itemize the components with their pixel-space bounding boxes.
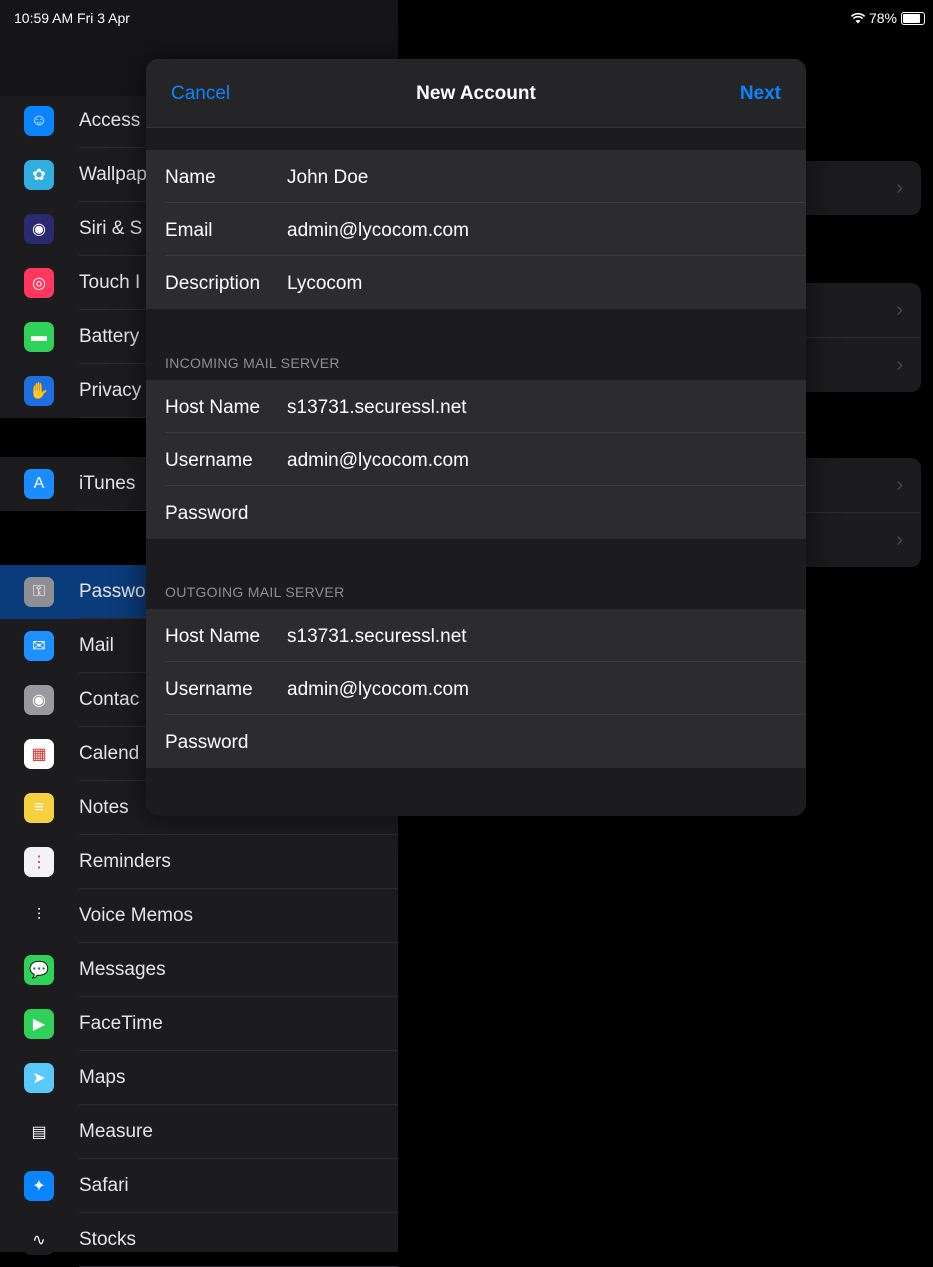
sidebar-item-label: Maps xyxy=(79,1067,126,1088)
outgoing-username-row[interactable]: Username admin@lycocom.com xyxy=(146,662,806,715)
sidebar-item-label: Privacy xyxy=(79,380,142,401)
battery-icon xyxy=(901,11,925,25)
wallpaper-icon: ✿ xyxy=(24,160,54,190)
sidebar-item-reminders[interactable]: ⋮ Reminders xyxy=(0,835,398,889)
incoming-username-label: Username xyxy=(165,450,253,471)
chevron-right-icon: › xyxy=(896,177,903,199)
email-label: Email xyxy=(165,220,213,241)
name-row[interactable]: Name John Doe xyxy=(146,150,806,203)
sidebar-item-label: Notes xyxy=(79,797,129,818)
sidebar-item-maps[interactable]: ➤ Maps xyxy=(0,1051,398,1105)
wifi-icon xyxy=(850,12,865,23)
outgoing-username-label: Username xyxy=(165,679,253,700)
sidebar-item-label: Battery xyxy=(79,326,140,347)
sheet-title: New Account xyxy=(416,83,536,104)
maps-icon: ➤ xyxy=(24,1063,54,1093)
notes-icon: ≡ xyxy=(24,793,54,823)
outgoing-host-row[interactable]: Host Name s13731.securessl.net xyxy=(146,609,806,662)
incoming-section-header: INCOMING MAIL SERVER xyxy=(165,355,340,371)
contacts-icon: ◉ xyxy=(24,685,54,715)
outgoing-password-label: Password xyxy=(165,732,249,753)
siri-icon: ◉ xyxy=(24,214,54,244)
incoming-host-label: Host Name xyxy=(165,397,261,418)
privacy-hand-icon: ✋ xyxy=(24,376,54,406)
description-field[interactable]: Lycocom xyxy=(287,273,362,295)
app-store-icon: A xyxy=(24,469,54,499)
sidebar-item-label: iTunes xyxy=(79,473,136,494)
sidebar-item-label: Siri & S xyxy=(79,218,143,239)
battery-percent: 78% xyxy=(868,10,897,26)
outgoing-host-label: Host Name xyxy=(165,626,261,647)
key-icon: ⚿ xyxy=(24,577,54,607)
sidebar-item-voice-memos[interactable]: ⫶ Voice Memos xyxy=(0,889,398,943)
account-info-group: Name John Doe Email admin@lycocom.com De… xyxy=(146,150,806,309)
new-account-sheet: Cancel New Account Next Name John Doe Em… xyxy=(146,59,806,816)
chevron-right-icon: › xyxy=(896,299,903,321)
sidebar-item-label: Touch I xyxy=(79,272,141,293)
battery-icon: ▬ xyxy=(24,322,54,352)
measure-icon: ▤ xyxy=(24,1117,54,1147)
sidebar-item-label: Measure xyxy=(79,1121,153,1142)
calendar-icon: ▦ xyxy=(24,739,54,769)
reminders-icon: ⋮ xyxy=(24,847,54,877)
sidebar-item-messages[interactable]: 💬 Messages xyxy=(0,943,398,997)
outgoing-password-row[interactable]: Password xyxy=(146,715,806,768)
sidebar-item-label: Reminders xyxy=(79,851,171,872)
sidebar-item-label: Messages xyxy=(79,959,166,980)
incoming-host-row[interactable]: Host Name s13731.securessl.net xyxy=(146,380,806,433)
touch-id-icon: ◎ xyxy=(24,268,54,298)
mail-icon: ✉ xyxy=(24,631,54,661)
sidebar-item-label: Access xyxy=(79,110,141,131)
status-right: 78% xyxy=(850,10,925,26)
next-button[interactable]: Next xyxy=(740,83,781,105)
sidebar-item-label: Voice Memos xyxy=(79,905,194,926)
outgoing-host-field[interactable]: s13731.securessl.net xyxy=(287,626,467,648)
sidebar-item-label: Stocks xyxy=(79,1229,137,1250)
sidebar-item-safari[interactable]: ✦ Safari xyxy=(0,1159,398,1213)
chevron-right-icon: › xyxy=(896,474,903,496)
sidebar-item-stocks[interactable]: ∿ Stocks xyxy=(0,1213,398,1267)
sidebar-item-facetime[interactable]: ▶ FaceTime xyxy=(0,997,398,1051)
status-time: 10:59 AM Fri 3 Apr xyxy=(14,10,130,26)
email-row[interactable]: Email admin@lycocom.com xyxy=(146,203,806,256)
sidebar-item-label: Calend xyxy=(79,743,140,764)
sidebar-item-label: Safari xyxy=(79,1175,129,1196)
incoming-username-field[interactable]: admin@lycocom.com xyxy=(287,450,469,472)
incoming-server-group: Host Name s13731.securessl.net Username … xyxy=(146,380,806,539)
status-bar: 10:59 AM Fri 3 Apr 78% xyxy=(0,0,933,30)
voice-memos-icon: ⫶ xyxy=(24,901,54,931)
description-row[interactable]: Description Lycocom xyxy=(146,256,806,309)
chevron-right-icon: › xyxy=(896,529,903,551)
name-label: Name xyxy=(165,167,216,188)
safari-icon: ✦ xyxy=(24,1171,54,1201)
incoming-password-row[interactable]: Password xyxy=(146,486,806,539)
outgoing-username-field[interactable]: admin@lycocom.com xyxy=(287,679,469,701)
name-field[interactable]: John Doe xyxy=(287,167,368,189)
accessibility-icon: ☺ xyxy=(24,106,54,136)
sidebar-item-label: FaceTime xyxy=(79,1013,163,1034)
messages-icon: 💬 xyxy=(24,955,54,985)
outgoing-section-header: OUTGOING MAIL SERVER xyxy=(165,584,345,600)
stocks-icon: ∿ xyxy=(24,1225,54,1255)
incoming-username-row[interactable]: Username admin@lycocom.com xyxy=(146,433,806,486)
sidebar-item-label: Contac xyxy=(79,689,140,710)
email-field[interactable]: admin@lycocom.com xyxy=(287,220,469,242)
sheet-nav-bar: Cancel New Account Next xyxy=(146,59,806,128)
sidebar-item-label: Wallpap xyxy=(79,164,147,185)
sidebar-item-label: Mail xyxy=(79,635,114,656)
outgoing-server-group: Host Name s13731.securessl.net Username … xyxy=(146,609,806,768)
description-label: Description xyxy=(165,273,261,294)
sidebar-item-measure[interactable]: ▤ Measure xyxy=(0,1105,398,1159)
facetime-icon: ▶ xyxy=(24,1009,54,1039)
sidebar-item-label: Passwo xyxy=(79,581,146,602)
chevron-right-icon: › xyxy=(896,354,903,376)
incoming-password-label: Password xyxy=(165,503,249,524)
incoming-host-field[interactable]: s13731.securessl.net xyxy=(287,397,467,419)
